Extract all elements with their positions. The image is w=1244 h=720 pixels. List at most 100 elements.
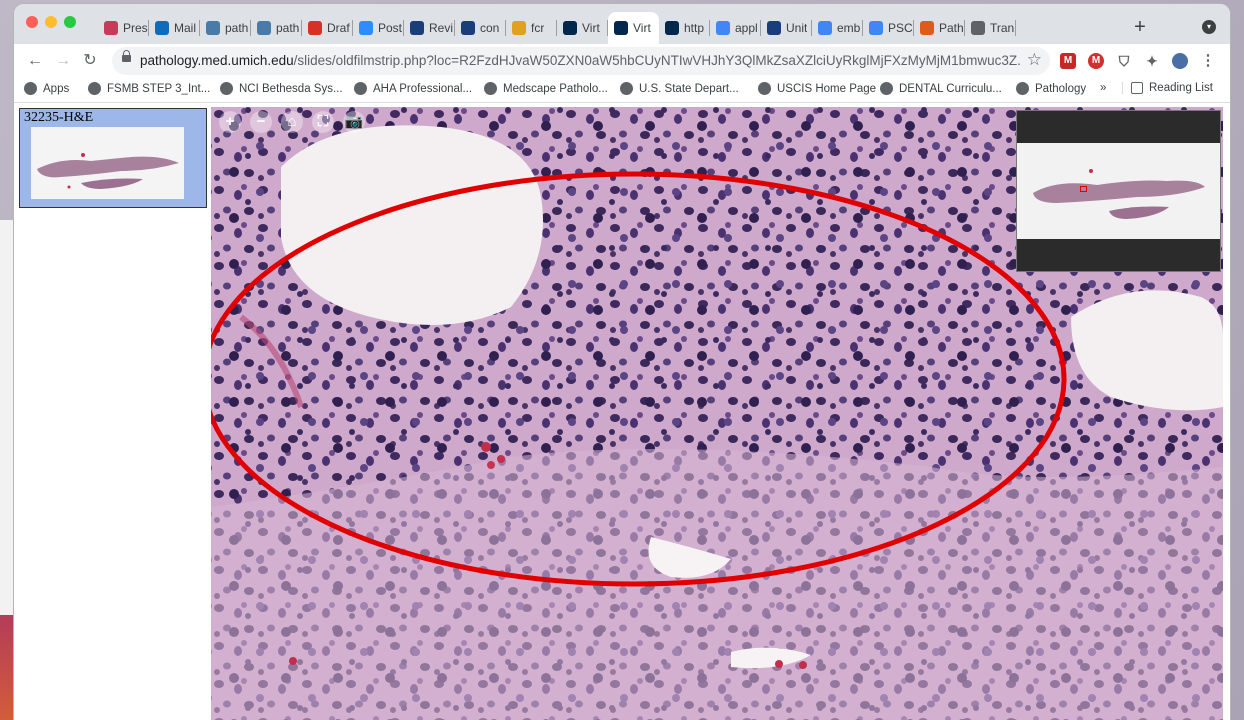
slide-thumbnail-image	[37, 153, 179, 189]
google-icon	[869, 21, 883, 35]
tab-label: fcr	[531, 21, 545, 35]
tab-label: Path	[939, 21, 964, 35]
tab-search-button[interactable]: ▾	[1202, 20, 1216, 34]
globe-icon	[620, 82, 633, 95]
zoom-in-button[interactable]: +	[219, 111, 241, 133]
home-button[interactable]: ⌂	[281, 111, 303, 133]
reload-icon[interactable]: ↻	[81, 52, 99, 70]
journal-icon	[767, 21, 781, 35]
fullscreen-button[interactable]: ⛶	[312, 111, 334, 133]
reading-list-icon	[1131, 82, 1143, 94]
viewer-controls: + − ⌂ ⛶ 📷	[219, 111, 365, 133]
slide-thumbnail[interactable]	[31, 127, 184, 199]
browser-tab[interactable]: Mail	[149, 12, 200, 44]
bookmark-item[interactable]: Pathology	[1016, 82, 1086, 95]
slide-filmstrip-item[interactable]: 32235-H&E	[19, 108, 207, 208]
tab-label: http	[684, 21, 705, 35]
tab-strip: Pres Mail path path Draf Post Revi con fcr Virt Vi…	[14, 4, 1230, 44]
minimize-window-button[interactable]	[45, 16, 57, 28]
tab-label: PSC	[888, 21, 913, 35]
window-controls	[26, 16, 76, 28]
reading-list-button[interactable]: Reading List	[1122, 82, 1213, 94]
tab-label: emb	[837, 21, 861, 35]
browser-tab[interactable]: PSC	[863, 12, 914, 44]
extension-icon-m[interactable]: M	[1088, 53, 1104, 69]
bookmark-label: USCIS Home Page	[777, 82, 877, 95]
back-icon[interactable]: ←	[26, 52, 44, 70]
camera-button[interactable]: 📷	[343, 111, 365, 133]
bookmark-item[interactable]: USCIS Home Page	[758, 82, 876, 95]
tab-label: con	[480, 21, 500, 35]
browser-tab[interactable]: path	[251, 12, 302, 44]
bookmark-item[interactable]: AHA Professional...	[354, 82, 472, 95]
globe-icon	[220, 82, 233, 95]
outlook-mail-icon	[155, 21, 169, 35]
reading-list-label: Reading List	[1149, 82, 1213, 94]
bookmark-icon	[512, 21, 526, 35]
browser-tab[interactable]: Virt	[608, 12, 659, 44]
bookmark-item[interactable]: DENTAL Curriculu...	[880, 82, 1002, 95]
browser-tab[interactable]: fcr	[506, 12, 557, 44]
kebab-menu-icon[interactable]: ⋮	[1200, 53, 1216, 69]
lock-icon[interactable]	[122, 50, 131, 62]
globe-icon	[971, 21, 985, 35]
bookmark-label: Apps	[43, 82, 70, 95]
browser-tab[interactable]: emb	[812, 12, 863, 44]
journal-icon	[410, 21, 424, 35]
bookmark-item[interactable]: FSMB STEP 3_Int...	[88, 82, 210, 95]
uf-icon	[880, 82, 893, 95]
browser-tab[interactable]: Tran	[965, 12, 1016, 44]
bookmark-item[interactable]: U.S. State Depart...	[620, 82, 739, 95]
close-window-button[interactable]	[26, 16, 38, 28]
browser-tab[interactable]: Draf	[302, 12, 353, 44]
bookmark-item[interactable]: Apps	[24, 82, 69, 95]
profile-avatar[interactable]	[1172, 53, 1188, 69]
address-bar[interactable]: pathology.med.umich.edu/slides/oldfilmst…	[112, 47, 1050, 75]
overview-viewport-marker[interactable]	[1080, 186, 1087, 192]
browser-tab[interactable]: Virt	[557, 12, 608, 44]
person-icon	[1016, 82, 1029, 95]
page-content: 32235-H&E + − ⌂ ⛶ 📷	[14, 103, 1230, 720]
extensions-puzzle-icon[interactable]: ✦	[1144, 53, 1160, 69]
browser-tab[interactable]: Path	[914, 12, 965, 44]
browser-tab[interactable]: Post	[353, 12, 404, 44]
slide-viewer[interactable]: + − ⌂ ⛶ 📷	[211, 107, 1223, 720]
bookmark-label: Pathology	[1035, 82, 1087, 95]
bookmark-item[interactable]: Medscape Patholo...	[484, 82, 608, 95]
bookmark-label: AHA Professional...	[373, 82, 473, 95]
zoom-out-button[interactable]: −	[250, 111, 272, 133]
bookmark-label: FSMB STEP 3_Int...	[107, 82, 211, 95]
tab-label: Draf	[327, 21, 350, 35]
tab-label: Virt	[633, 21, 651, 35]
tab-label: path	[276, 21, 300, 35]
new-tab-button[interactable]: +	[1130, 17, 1150, 38]
browser-tab[interactable]: con	[455, 12, 506, 44]
browser-tab[interactable]: http	[659, 12, 710, 44]
tab-label: Pres	[123, 21, 148, 35]
forward-icon[interactable]: →	[54, 52, 72, 70]
url-text[interactable]: pathology.med.umich.edu/slides/oldfilmst…	[140, 53, 1020, 68]
browser-tab[interactable]: appl	[710, 12, 761, 44]
extension-icon-red[interactable]: M	[1060, 53, 1076, 69]
browser-window: Pres Mail path path Draf Post Revi con fcr Virt Vi…	[14, 4, 1230, 720]
google-icon	[818, 21, 832, 35]
bookmarks-overflow-button[interactable]: »	[1100, 82, 1106, 94]
umich-icon	[665, 21, 679, 35]
umich-icon	[614, 21, 628, 35]
google-icon	[716, 21, 730, 35]
bookmark-item[interactable]: NCI Bethesda Sys...	[220, 82, 343, 95]
uscis-seal-icon	[758, 82, 771, 95]
url-path: /slides/oldfilmstrip.php?loc=R2FzdHJvaW5…	[293, 53, 1020, 68]
presentation-icon	[104, 21, 118, 35]
journal-icon	[461, 21, 475, 35]
tab-label: Post	[378, 21, 403, 35]
fullscreen-window-button[interactable]	[64, 16, 76, 28]
overview-navigator[interactable]	[1016, 110, 1221, 272]
browser-tab[interactable]: Revi	[404, 12, 455, 44]
browser-tab[interactable]: path	[200, 12, 251, 44]
browser-tab[interactable]: Unit	[761, 12, 812, 44]
pathology-icon	[206, 21, 220, 35]
browser-tab[interactable]: Pres	[98, 12, 149, 44]
shield-icon[interactable]: ⛉	[1116, 53, 1132, 69]
bookmark-star-icon[interactable]: ☆	[1027, 50, 1042, 70]
